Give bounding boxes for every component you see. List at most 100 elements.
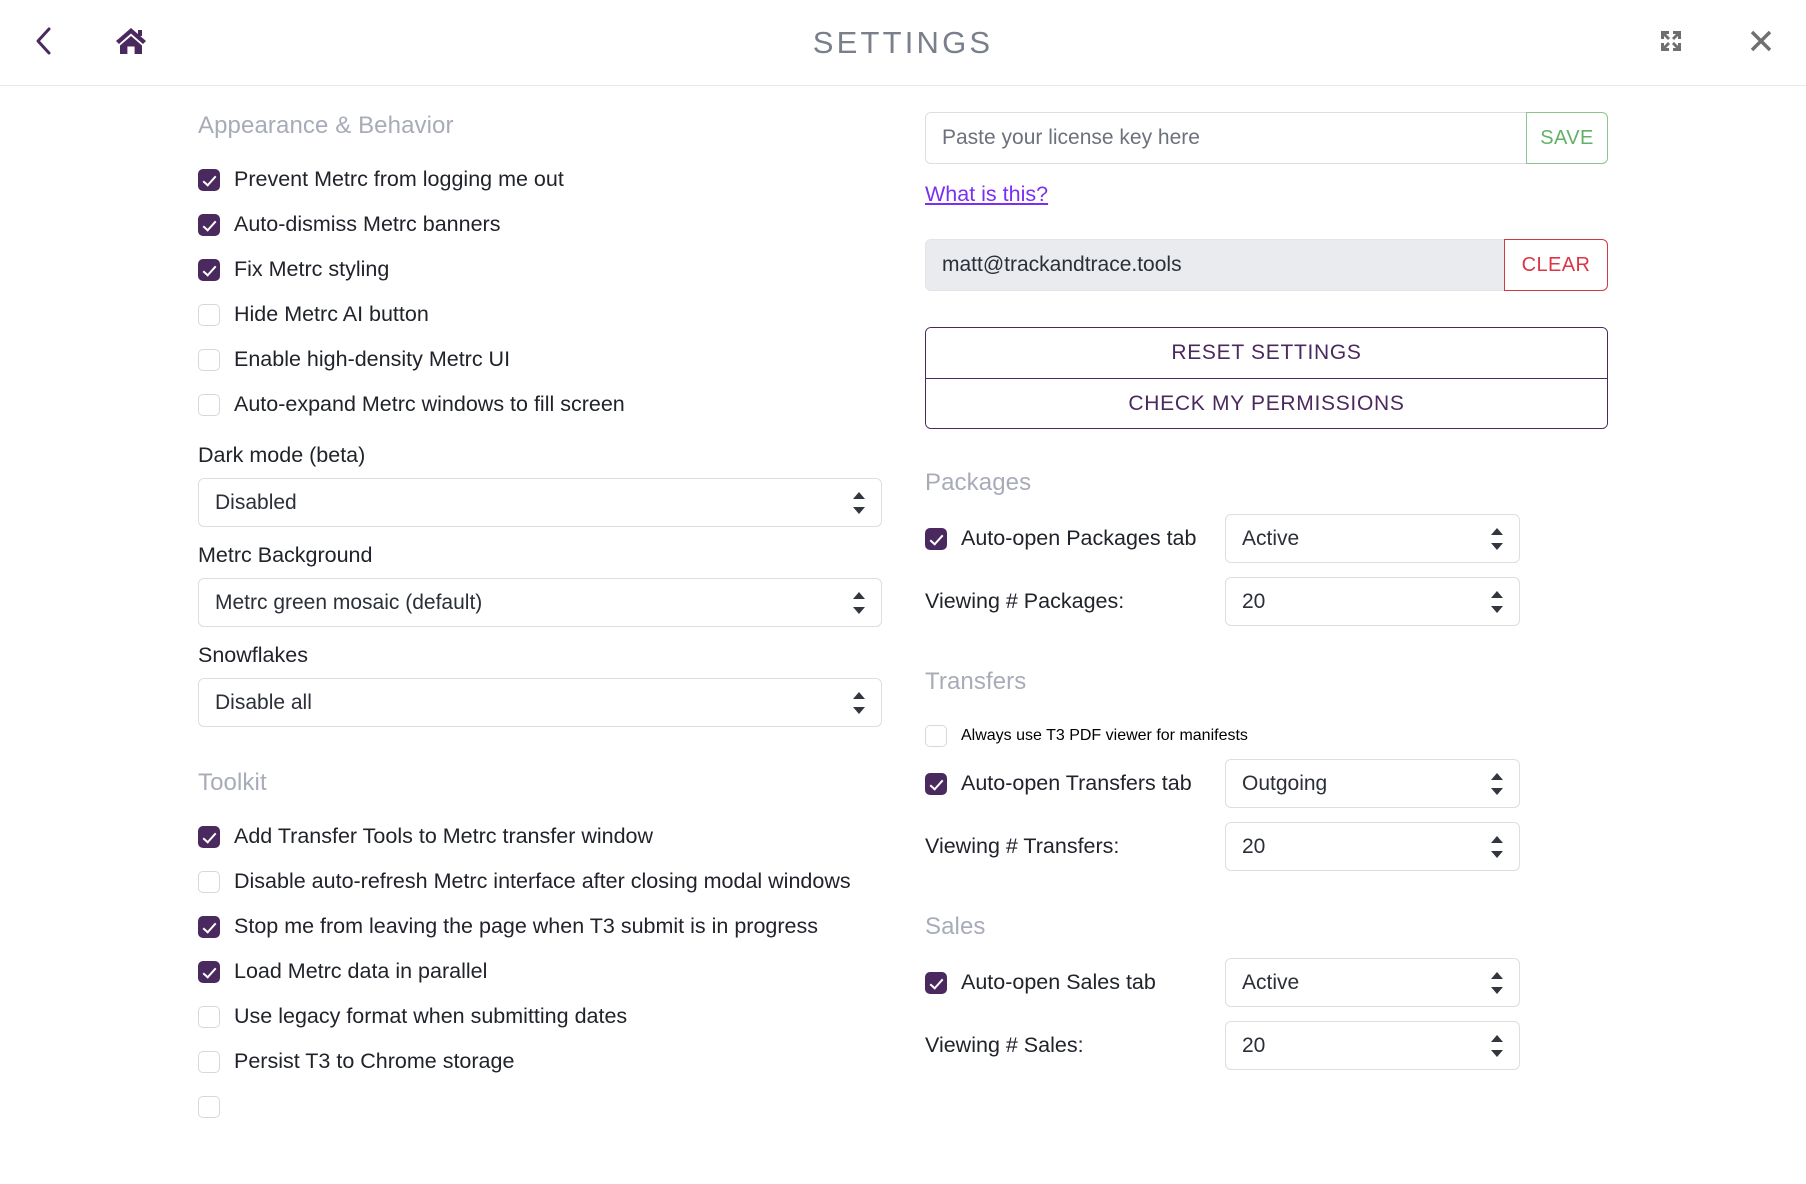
setting-label: Always use T3 PDF viewer for manifests — [961, 727, 1248, 745]
checkbox-persist-chrome-storage[interactable] — [198, 1051, 220, 1073]
chevron-updown-icon — [1491, 591, 1503, 613]
select-packages-tab[interactable]: Active — [1225, 514, 1520, 563]
checkbox-auto-expand-windows[interactable] — [198, 394, 220, 416]
setting-auto-expand-windows[interactable]: Auto-expand Metrc windows to fill screen — [198, 382, 881, 427]
select-transfers-tab[interactable]: Outgoing — [1225, 759, 1520, 808]
auto-open-sales-toggle[interactable]: Auto-open Sales tab — [925, 970, 1225, 995]
back-button[interactable] — [22, 22, 64, 64]
setting-stop-leaving-page[interactable]: Stop me from leaving the page when T3 su… — [198, 904, 881, 949]
clear-account-button[interactable]: CLEAR — [1504, 239, 1608, 291]
setting-add-transfer-tools[interactable]: Add Transfer Tools to Metrc transfer win… — [198, 814, 881, 859]
header-left-controls — [0, 22, 152, 64]
setting-load-parallel[interactable]: Load Metrc data in parallel — [198, 949, 881, 994]
setting-hide-ai-button[interactable]: Hide Metrc AI button — [198, 292, 881, 337]
setting-prevent-logout[interactable]: Prevent Metrc from logging me out — [198, 157, 881, 202]
right-column: SAVE What is this? matt@trackandtrace.to… — [925, 112, 1806, 1184]
auto-open-transfers-toggle[interactable]: Auto-open Transfers tab — [925, 771, 1225, 796]
viewing-transfers-label-wrap: Viewing # Transfers: — [925, 834, 1225, 859]
check-permissions-button[interactable]: CHECK MY PERMISSIONS — [926, 378, 1607, 428]
select-value: 20 — [1242, 835, 1265, 859]
setting-label: Fix Metrc styling — [234, 257, 389, 283]
auto-open-packages-select-wrap: Active — [1225, 514, 1608, 563]
viewing-transfers-select-wrap: 20 — [1225, 822, 1608, 871]
auto-open-packages-toggle[interactable]: Auto-open Packages tab — [925, 526, 1225, 551]
account-email-group: matt@trackandtrace.tools CLEAR — [925, 239, 1608, 291]
setting-label: Stop me from leaving the page when T3 su… — [234, 914, 818, 940]
setting-partially-visible[interactable] — [198, 1084, 881, 1129]
chevron-updown-icon — [853, 492, 865, 514]
select-value: Disabled — [215, 491, 297, 515]
select-value: 20 — [1242, 590, 1265, 614]
app-header: SETTINGS — [0, 0, 1806, 86]
checkbox-partially-visible[interactable] — [198, 1096, 220, 1118]
checkbox-stop-leaving-page[interactable] — [198, 916, 220, 938]
select-dark-mode[interactable]: Disabled — [198, 478, 882, 527]
checkbox-auto-open-sales[interactable] — [925, 972, 947, 994]
label-viewing-packages: Viewing # Packages: — [925, 589, 1124, 614]
what-is-this-link[interactable]: What is this? — [925, 182, 1048, 207]
row-auto-open-sales: Auto-open Sales tab Active — [925, 958, 1608, 1007]
select-snowflakes[interactable]: Disable all — [198, 678, 882, 727]
setting-label: Load Metrc data in parallel — [234, 959, 487, 985]
checkbox-hide-ai-button[interactable] — [198, 304, 220, 326]
setting-persist-chrome-storage[interactable]: Persist T3 to Chrome storage — [198, 1039, 881, 1084]
checkbox-prevent-logout[interactable] — [198, 169, 220, 191]
setting-label: Auto-open Transfers tab — [961, 771, 1192, 796]
header-right-controls — [1650, 22, 1782, 64]
select-viewing-transfers-count[interactable]: 20 — [1225, 822, 1520, 871]
label-metrc-background: Metrc Background — [198, 543, 881, 568]
setting-label: Auto-open Sales tab — [961, 970, 1156, 995]
save-license-button[interactable]: SAVE — [1526, 112, 1608, 164]
action-button-group: RESET SETTINGS CHECK MY PERMISSIONS — [925, 327, 1608, 429]
select-value: 20 — [1242, 1034, 1265, 1058]
license-key-group: SAVE — [925, 112, 1608, 164]
section-heading-packages: Packages — [925, 469, 1608, 497]
expand-button[interactable] — [1650, 22, 1692, 64]
checkbox-disable-auto-refresh[interactable] — [198, 871, 220, 893]
reset-settings-button[interactable]: RESET SETTINGS — [926, 328, 1607, 378]
close-button[interactable] — [1740, 22, 1782, 64]
chevron-updown-icon — [853, 592, 865, 614]
select-value: Outgoing — [1242, 772, 1327, 796]
setting-legacy-date-format[interactable]: Use legacy format when submitting dates — [198, 994, 881, 1039]
label-dark-mode: Dark mode (beta) — [198, 443, 881, 468]
checkbox-load-parallel[interactable] — [198, 961, 220, 983]
setting-label: Add Transfer Tools to Metrc transfer win… — [234, 824, 653, 850]
checkbox-always-t3-pdf-viewer[interactable] — [925, 725, 947, 747]
setting-label: Auto-dismiss Metrc banners — [234, 212, 500, 238]
setting-label: Hide Metrc AI button — [234, 302, 429, 328]
checkbox-add-transfer-tools[interactable] — [198, 826, 220, 848]
section-heading-appearance: Appearance & Behavior — [198, 112, 881, 140]
checkbox-auto-dismiss-banners[interactable] — [198, 214, 220, 236]
setting-always-t3-pdf-viewer[interactable]: Always use T3 PDF viewer for manifests — [925, 713, 1608, 759]
chevron-left-icon — [33, 26, 53, 59]
setting-label: Auto-expand Metrc windows to fill screen — [234, 392, 625, 418]
row-viewing-sales: Viewing # Sales: 20 — [925, 1021, 1608, 1070]
setting-auto-dismiss-banners[interactable]: Auto-dismiss Metrc banners — [198, 202, 881, 247]
account-email-value: matt@trackandtrace.tools — [925, 239, 1504, 291]
license-key-input[interactable] — [925, 112, 1526, 164]
label-viewing-sales: Viewing # Sales: — [925, 1033, 1084, 1058]
setting-high-density-ui[interactable]: Enable high-density Metrc UI — [198, 337, 881, 382]
checkbox-fix-styling[interactable] — [198, 259, 220, 281]
setting-label: Use legacy format when submitting dates — [234, 1004, 627, 1030]
setting-label: Auto-open Packages tab — [961, 526, 1196, 551]
setting-fix-styling[interactable]: Fix Metrc styling — [198, 247, 881, 292]
select-viewing-sales-count[interactable]: 20 — [1225, 1021, 1520, 1070]
select-sales-tab[interactable]: Active — [1225, 958, 1520, 1007]
select-value: Active — [1242, 971, 1299, 995]
select-metrc-background[interactable]: Metrc green mosaic (default) — [198, 578, 882, 627]
checkbox-auto-open-packages[interactable] — [925, 528, 947, 550]
left-column: Appearance & Behavior Prevent Metrc from… — [0, 112, 925, 1184]
chevron-updown-icon — [1491, 836, 1503, 858]
row-viewing-packages: Viewing # Packages: 20 — [925, 577, 1608, 626]
settings-content: Appearance & Behavior Prevent Metrc from… — [0, 86, 1806, 1184]
select-viewing-packages-count[interactable]: 20 — [1225, 577, 1520, 626]
checkbox-legacy-date-format[interactable] — [198, 1006, 220, 1028]
viewing-sales-select-wrap: 20 — [1225, 1021, 1608, 1070]
setting-label: Enable high-density Metrc UI — [234, 347, 510, 373]
setting-disable-auto-refresh[interactable]: Disable auto-refresh Metrc interface aft… — [198, 859, 881, 904]
checkbox-high-density-ui[interactable] — [198, 349, 220, 371]
home-button[interactable] — [110, 22, 152, 64]
checkbox-auto-open-transfers[interactable] — [925, 773, 947, 795]
